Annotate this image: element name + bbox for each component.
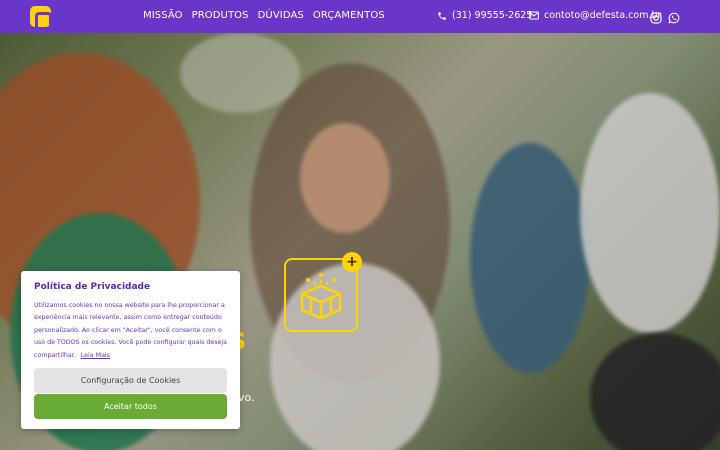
cookie-title: Política de Privacidade bbox=[34, 282, 151, 292]
phone-icon bbox=[437, 11, 447, 21]
social-links bbox=[650, 9, 680, 28]
phone-number: (31) 99555-2625 bbox=[452, 10, 533, 21]
cookie-body-text: Utilizamos cookies no nossa website para… bbox=[34, 302, 228, 359]
cookie-description: Utilizamos cookies no nossa website para… bbox=[34, 300, 234, 362]
instagram-icon[interactable] bbox=[650, 9, 662, 28]
cookie-settings-button[interactable]: Configuração de Cookies bbox=[34, 368, 227, 393]
read-more-link[interactable]: Leia Mais bbox=[81, 352, 110, 359]
plus-badge-icon[interactable]: + bbox=[342, 252, 362, 272]
nav-missao-link[interactable]: MISSÃO bbox=[143, 10, 183, 21]
cookie-consent-modal: Política de Privacidade Utilizamos cooki… bbox=[21, 271, 240, 429]
nav-duvidas-link[interactable]: DÚVIDAS bbox=[258, 10, 304, 21]
email-contact[interactable]: contoto@defesta.com.br bbox=[529, 10, 661, 21]
email-address: contoto@defesta.com.br bbox=[544, 10, 662, 21]
phone-contact[interactable]: (31) 99555-2625 bbox=[437, 10, 532, 21]
main-nav: MISSÃO PRODUTOS DÚVIDAS ORÇAMENTOS bbox=[143, 10, 385, 21]
top-navbar: MISSÃO PRODUTOS DÚVIDAS ORÇAMENTOS (31) … bbox=[0, 0, 720, 33]
nav-orcamentos-link[interactable]: ORÇAMENTOS bbox=[313, 10, 385, 21]
accept-all-button[interactable]: Aceitar todos bbox=[34, 394, 227, 419]
hero-subtitle: vo. bbox=[238, 391, 255, 404]
whatsapp-icon[interactable] bbox=[668, 9, 680, 28]
logo-icon[interactable] bbox=[30, 6, 52, 27]
mail-icon bbox=[529, 11, 539, 20]
nav-produtos-link[interactable]: PRODUTOS bbox=[192, 10, 249, 21]
